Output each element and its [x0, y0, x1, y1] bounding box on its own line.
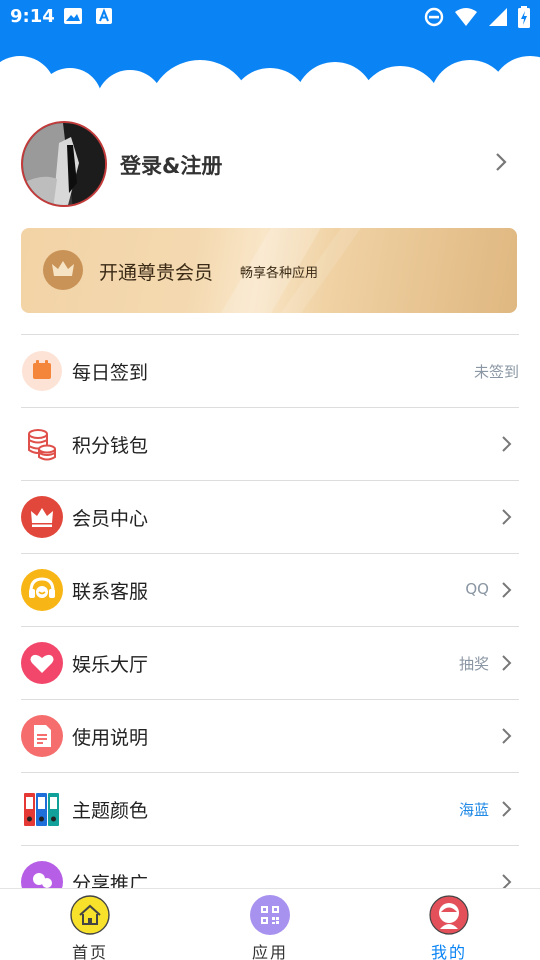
user-icon: [429, 895, 469, 935]
login-register-label[interactable]: 登录&注册: [120, 150, 222, 180]
vip-title: 开通尊贵会员: [99, 262, 214, 284]
menu-label: 每日签到: [72, 362, 149, 384]
menu-label: 使用说明: [72, 727, 149, 749]
menu-item-theme-color[interactable]: 主题颜色 海蓝: [21, 772, 519, 845]
nav-label: 应用: [251, 943, 288, 960]
service-channel: QQ: [465, 580, 489, 598]
menu-item-points-wallet[interactable]: 积分钱包: [21, 407, 519, 480]
chevron-right-icon: [502, 436, 512, 452]
nav-home[interactable]: 首页: [45, 893, 135, 960]
menu-item-member-center[interactable]: 会员中心: [21, 480, 519, 553]
chevron-right-icon: [502, 582, 512, 598]
binders-icon: [24, 793, 59, 826]
heart-icon: [21, 642, 63, 684]
menu-label: 会员中心: [72, 508, 149, 530]
chevron-right-icon: [502, 655, 512, 671]
menu-label: 积分钱包: [72, 435, 149, 457]
profile-row[interactable]: 登录&注册: [0, 118, 540, 210]
status-bar: 9:14: [0, 0, 540, 36]
crown-icon: [21, 496, 63, 538]
signal-icon: [489, 8, 507, 26]
coins-icon: [28, 429, 56, 461]
avatar[interactable]: [21, 121, 107, 207]
bottom-navigation: 首页 应用 我的: [0, 888, 540, 960]
nav-mine[interactable]: 我的: [404, 893, 494, 960]
wifi-icon: [455, 8, 477, 26]
menu-label: 娱乐大厅: [72, 654, 149, 676]
menu-label: 联系客服: [72, 581, 149, 603]
nav-apps[interactable]: 应用: [225, 893, 315, 960]
menu-list: 每日签到 未签到 积分钱包 会员中心 联系客服 QQ 娱乐大厅 抽奖 使用说明 …: [21, 334, 519, 918]
status-time: 9:14: [10, 6, 55, 27]
do-not-disturb-icon: [424, 7, 444, 27]
home-icon: [70, 895, 110, 935]
qr-code-icon: [250, 895, 290, 935]
chevron-right-icon: [502, 509, 512, 525]
headset-icon: [21, 569, 63, 611]
image-notification-icon: [64, 8, 82, 24]
menu-label: 主题颜色: [72, 800, 149, 822]
menu-item-entertainment-hall[interactable]: 娱乐大厅 抽奖: [21, 626, 519, 699]
chevron-right-icon: [502, 801, 512, 817]
theme-color-value: 海蓝: [458, 801, 489, 819]
document-icon: [21, 715, 63, 757]
vip-subtitle: 畅享各种应用: [240, 266, 319, 281]
chevron-right-icon: [496, 153, 507, 171]
vip-crown-badge: [43, 250, 83, 290]
avatar-image: [23, 123, 105, 205]
nav-label: 首页: [71, 943, 108, 960]
font-notification-icon: [96, 8, 112, 24]
crown-icon: [52, 261, 74, 276]
vip-banner[interactable]: 开通尊贵会员 畅享各种应用: [21, 228, 517, 313]
menu-item-daily-checkin[interactable]: 每日签到 未签到: [21, 334, 519, 407]
menu-item-customer-service[interactable]: 联系客服 QQ: [21, 553, 519, 626]
nav-label: 我的: [430, 943, 467, 960]
calendar-icon: [22, 351, 62, 391]
checkin-status: 未签到: [473, 363, 519, 381]
battery-icon: [518, 6, 530, 28]
lottery-label: 抽奖: [458, 655, 489, 673]
menu-item-instructions[interactable]: 使用说明: [21, 699, 519, 772]
chevron-right-icon: [502, 728, 512, 744]
